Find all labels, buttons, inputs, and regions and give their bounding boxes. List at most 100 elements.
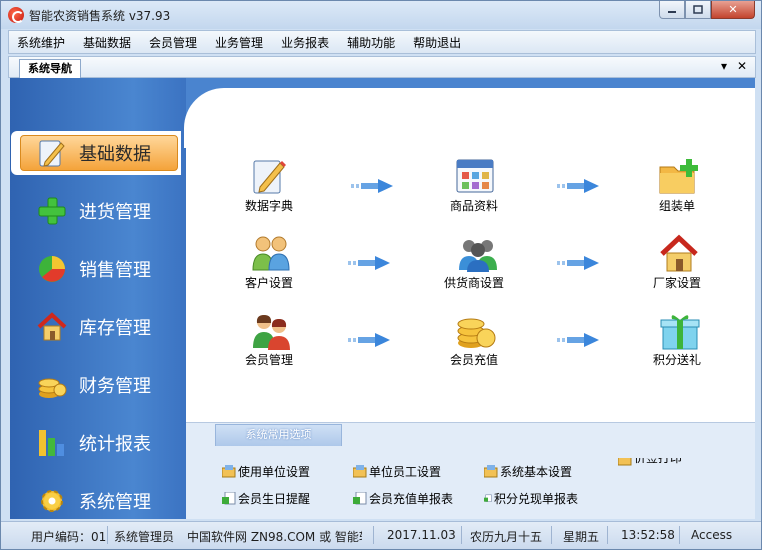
sidebar-item-sales[interactable]: 销售管理 xyxy=(11,247,179,291)
sidebar-item-purchase[interactable]: 进货管理 xyxy=(11,189,179,233)
option-unit-settings[interactable]: 使用单位设置 xyxy=(222,463,310,480)
notepad-pencil-icon xyxy=(250,157,288,195)
status-divider xyxy=(607,526,608,544)
status-divider xyxy=(551,526,552,544)
node-label: 会员充值 xyxy=(449,353,498,367)
green-plus-icon xyxy=(38,197,66,225)
node-customer-settings[interactable]: 客户设置 xyxy=(229,234,309,291)
status-divider xyxy=(461,526,462,544)
menu-member-management[interactable]: 会员管理 xyxy=(149,34,197,51)
menu-system-maintenance[interactable]: 系统维护 xyxy=(17,34,65,51)
product-grid-icon xyxy=(455,157,494,195)
option-member-recharge-report[interactable]: 会员充值单报表 xyxy=(353,490,453,507)
menu-business-reports[interactable]: 业务报表 xyxy=(281,34,329,51)
option-price-label-print[interactable]: 价签打印 xyxy=(618,458,682,466)
menu-basic-data[interactable]: 基础数据 xyxy=(83,34,131,51)
minimize-button[interactable] xyxy=(659,1,685,19)
menu-help-exit[interactable]: 帮助退出 xyxy=(413,34,461,51)
tab-list-dropdown-icon[interactable]: ▾ xyxy=(721,59,727,73)
node-member-recharge[interactable]: 会员充值 xyxy=(434,311,514,368)
sidebar-item-basic-data[interactable]: 基础数据 xyxy=(11,131,181,175)
folder-add-icon xyxy=(658,157,698,195)
suppliers-icon xyxy=(455,234,497,272)
menu-business-management[interactable]: 业务管理 xyxy=(215,34,263,51)
sidebar-item-inventory[interactable]: 库存管理 xyxy=(11,305,179,349)
node-points-gift[interactable]: 积分送礼 xyxy=(637,311,717,368)
sidebar-item-system[interactable]: 系统管理 xyxy=(11,479,179,523)
status-clock: 13:52:58 xyxy=(621,528,675,542)
node-label: 客户设置 xyxy=(244,276,293,290)
report-add-icon xyxy=(484,494,492,502)
maximize-icon xyxy=(693,4,703,14)
node-label: 组装单 xyxy=(658,199,695,213)
node-label: 数据字典 xyxy=(244,199,293,213)
tab-strip: 系统导航 ▾ ✕ xyxy=(8,56,756,78)
node-assembly-order[interactable]: 组装单 xyxy=(637,157,717,214)
node-label: 供货商设置 xyxy=(443,276,504,290)
flow-arrow-icon xyxy=(348,333,390,347)
coins-icon xyxy=(38,378,67,398)
app-window: 智能农资销售系统 v37.93 ✕ 系统维护 基础数据 会员管理 业务管理 业务… xyxy=(0,0,762,550)
sidebar-item-finance[interactable]: 财务管理 xyxy=(11,363,179,407)
status-user-name: 系统管理员 xyxy=(114,530,175,544)
pie-chart-icon xyxy=(39,256,65,282)
status-database: Access xyxy=(691,528,733,542)
node-manufacturer-settings[interactable]: 厂家设置 xyxy=(637,234,717,291)
flow-arrow-icon xyxy=(557,179,599,193)
sidebar-nav: 基础数据 进货管理 销售管理 库存管理 财务管理 统计报表 系统管理 xyxy=(11,131,181,537)
house-icon xyxy=(658,234,698,272)
option-member-birthday[interactable]: 会员生日提醒 xyxy=(222,490,310,507)
header-curve xyxy=(184,78,755,148)
status-website: 中国软件网 ZN98.COM 或 智能软件.COM xyxy=(187,530,362,544)
status-divider xyxy=(679,526,680,544)
node-label: 厂家设置 xyxy=(652,276,701,290)
settings-folder-icon xyxy=(618,458,632,466)
node-member-management[interactable]: 会员管理 xyxy=(229,311,309,368)
status-weekday: 星期五 xyxy=(563,530,600,544)
tab-close-icon[interactable]: ✕ xyxy=(737,59,747,73)
menu-bar: 系统维护 基础数据 会员管理 业务管理 业务报表 辅助功能 帮助退出 xyxy=(8,30,756,54)
tab-system-navigation[interactable]: 系统导航 xyxy=(19,59,81,78)
bar-chart-icon xyxy=(39,430,64,456)
node-label: 积分送礼 xyxy=(652,353,701,367)
gear-icon xyxy=(41,490,63,512)
house-icon xyxy=(37,312,67,341)
node-supplier-settings[interactable]: 供货商设置 xyxy=(434,234,514,291)
close-button[interactable]: ✕ xyxy=(711,1,755,19)
status-user-code: 用户编码：01 xyxy=(31,530,107,544)
notepad-pencil-icon xyxy=(39,140,65,167)
maximize-button[interactable] xyxy=(685,1,711,19)
app-logo-icon xyxy=(8,7,24,23)
option-system-basic-settings[interactable]: 系统基本设置 xyxy=(484,463,572,480)
flow-arrow-icon xyxy=(351,179,393,193)
node-product-info[interactable]: 商品资料 xyxy=(434,157,514,214)
status-date: 2017.11.03 xyxy=(387,528,456,542)
customers-icon xyxy=(250,234,290,272)
option-staff-settings[interactable]: 单位员工设置 xyxy=(353,463,441,480)
title-bar[interactable]: 智能农资销售系统 v37.93 ✕ xyxy=(1,1,761,29)
members-icon xyxy=(250,311,290,350)
status-lunar-date: 农历九月十五 xyxy=(470,530,543,544)
node-label: 商品资料 xyxy=(449,199,498,213)
node-data-dictionary[interactable]: 数据字典 xyxy=(229,157,309,214)
settings-folder-icon xyxy=(353,465,367,478)
close-icon: ✕ xyxy=(728,3,738,16)
window-controls: ✕ xyxy=(659,1,755,19)
option-points-redeem-report[interactable]: 积分兑现单报表 xyxy=(484,490,578,507)
status-divider xyxy=(107,526,108,544)
settings-folder-icon xyxy=(484,465,498,478)
status-bar: 用户编码：01 系统管理员 中国软件网 ZN98.COM 或 智能软件.COM … xyxy=(1,521,761,549)
window-title: 智能农资销售系统 v37.93 xyxy=(29,9,171,23)
report-add-icon xyxy=(353,492,367,505)
settings-folder-icon xyxy=(222,465,236,478)
coins-icon xyxy=(455,311,496,349)
flow-arrow-icon xyxy=(557,333,599,347)
flow-arrow-icon xyxy=(557,256,599,270)
node-label: 会员管理 xyxy=(244,353,293,367)
status-divider xyxy=(373,526,374,544)
flow-arrow-icon xyxy=(348,256,390,270)
gift-icon xyxy=(658,311,700,350)
menu-auxiliary[interactable]: 辅助功能 xyxy=(347,34,395,51)
common-options-tab[interactable]: 系统常用选项 xyxy=(215,424,342,446)
sidebar-item-statistics[interactable]: 统计报表 xyxy=(11,421,179,465)
